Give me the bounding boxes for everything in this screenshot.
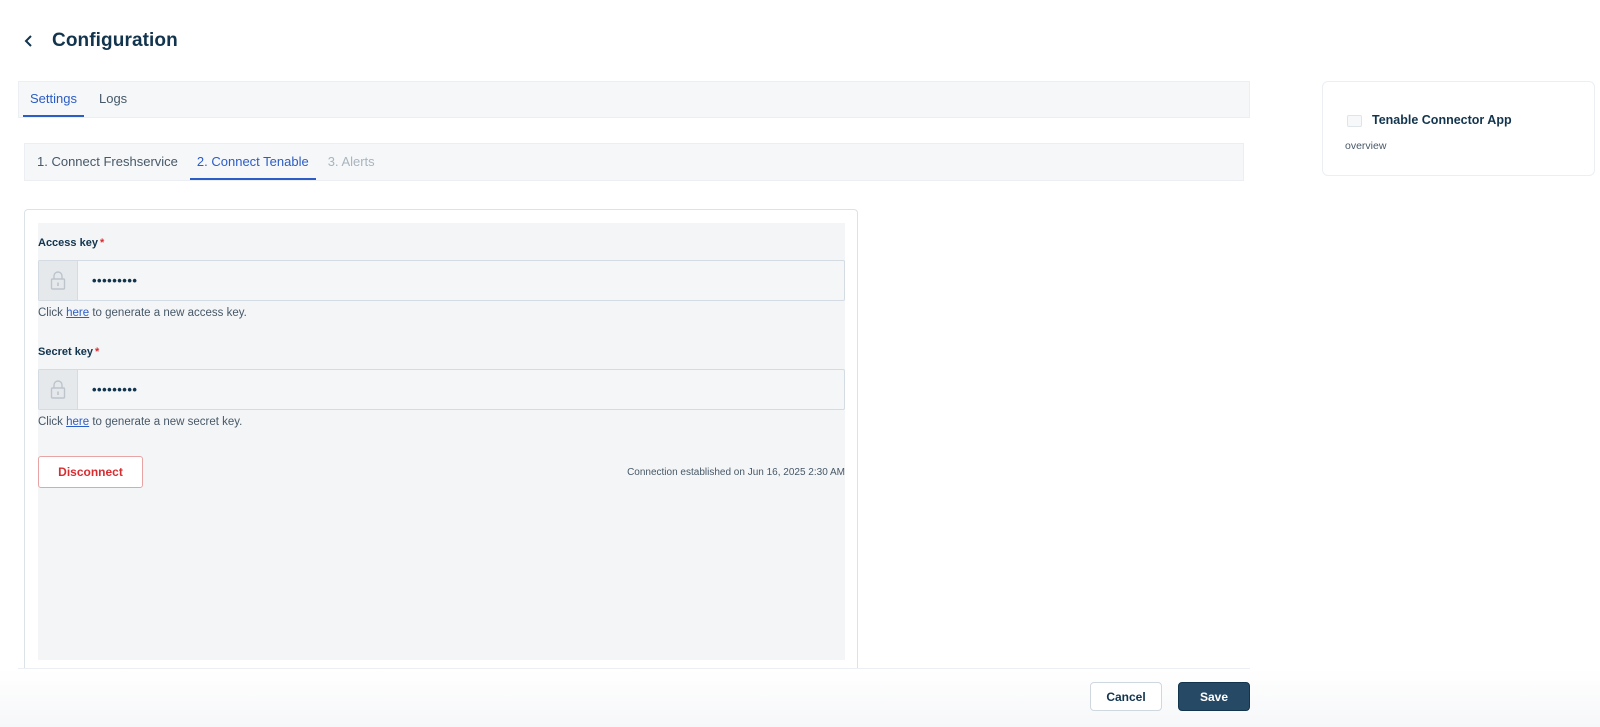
lock-icon xyxy=(39,370,78,409)
connect-tenable-form: Access key * ••••••••• Click here to gene… xyxy=(38,223,845,660)
app-icon xyxy=(1347,115,1362,127)
required-mark: * xyxy=(95,346,100,358)
secret-key-help: Click here to generate a new secret key. xyxy=(38,416,243,428)
tab-logs[interactable]: Logs xyxy=(92,82,134,117)
cancel-button[interactable]: Cancel xyxy=(1090,682,1162,711)
save-button[interactable]: Save xyxy=(1178,682,1250,711)
step-connect-tenable[interactable]: 2. Connect Tenable xyxy=(189,144,316,180)
app-subtitle: overview xyxy=(1345,140,1387,152)
back-button[interactable] xyxy=(18,30,40,52)
disconnect-button[interactable]: Disconnect xyxy=(38,456,143,488)
lock-icon xyxy=(39,261,78,300)
tab-settings[interactable]: Settings xyxy=(23,82,84,117)
chevron-left-icon xyxy=(24,35,32,47)
app-name: Tenable Connector App xyxy=(1372,113,1512,127)
secret-key-input[interactable]: ••••••••• xyxy=(78,370,844,409)
access-key-field[interactable]: ••••••••• xyxy=(38,260,845,301)
access-key-help: Click here to generate a new access key. xyxy=(38,307,247,319)
page-title: Configuration xyxy=(52,30,178,51)
step-alerts: 3. Alerts xyxy=(327,153,375,169)
access-key-label: Access key * xyxy=(38,237,105,249)
access-key-input[interactable]: ••••••••• xyxy=(78,261,844,300)
footer-bar xyxy=(0,669,1600,727)
generate-access-key-link[interactable]: here xyxy=(66,307,89,319)
generate-secret-key-link[interactable]: here xyxy=(66,416,89,428)
secret-key-field[interactable]: ••••••••• xyxy=(38,369,845,410)
app-frame: Access key * ••••••••• Click here to gene… xyxy=(24,209,858,669)
page-header: Configuration xyxy=(18,24,178,58)
step-connect-freshservice[interactable]: 1. Connect Freshservice xyxy=(30,144,185,180)
app-info-card: Tenable Connector App overview xyxy=(1322,81,1595,176)
connection-status: Connection established on Jun 16, 2025 2… xyxy=(627,467,845,478)
steps-bar: 1. Connect Freshservice 2. Connect Tenab… xyxy=(24,143,1244,181)
required-mark: * xyxy=(99,237,105,249)
tabs-bar: Settings Logs xyxy=(18,81,1250,118)
secret-key-label: Secret key * xyxy=(38,346,100,358)
